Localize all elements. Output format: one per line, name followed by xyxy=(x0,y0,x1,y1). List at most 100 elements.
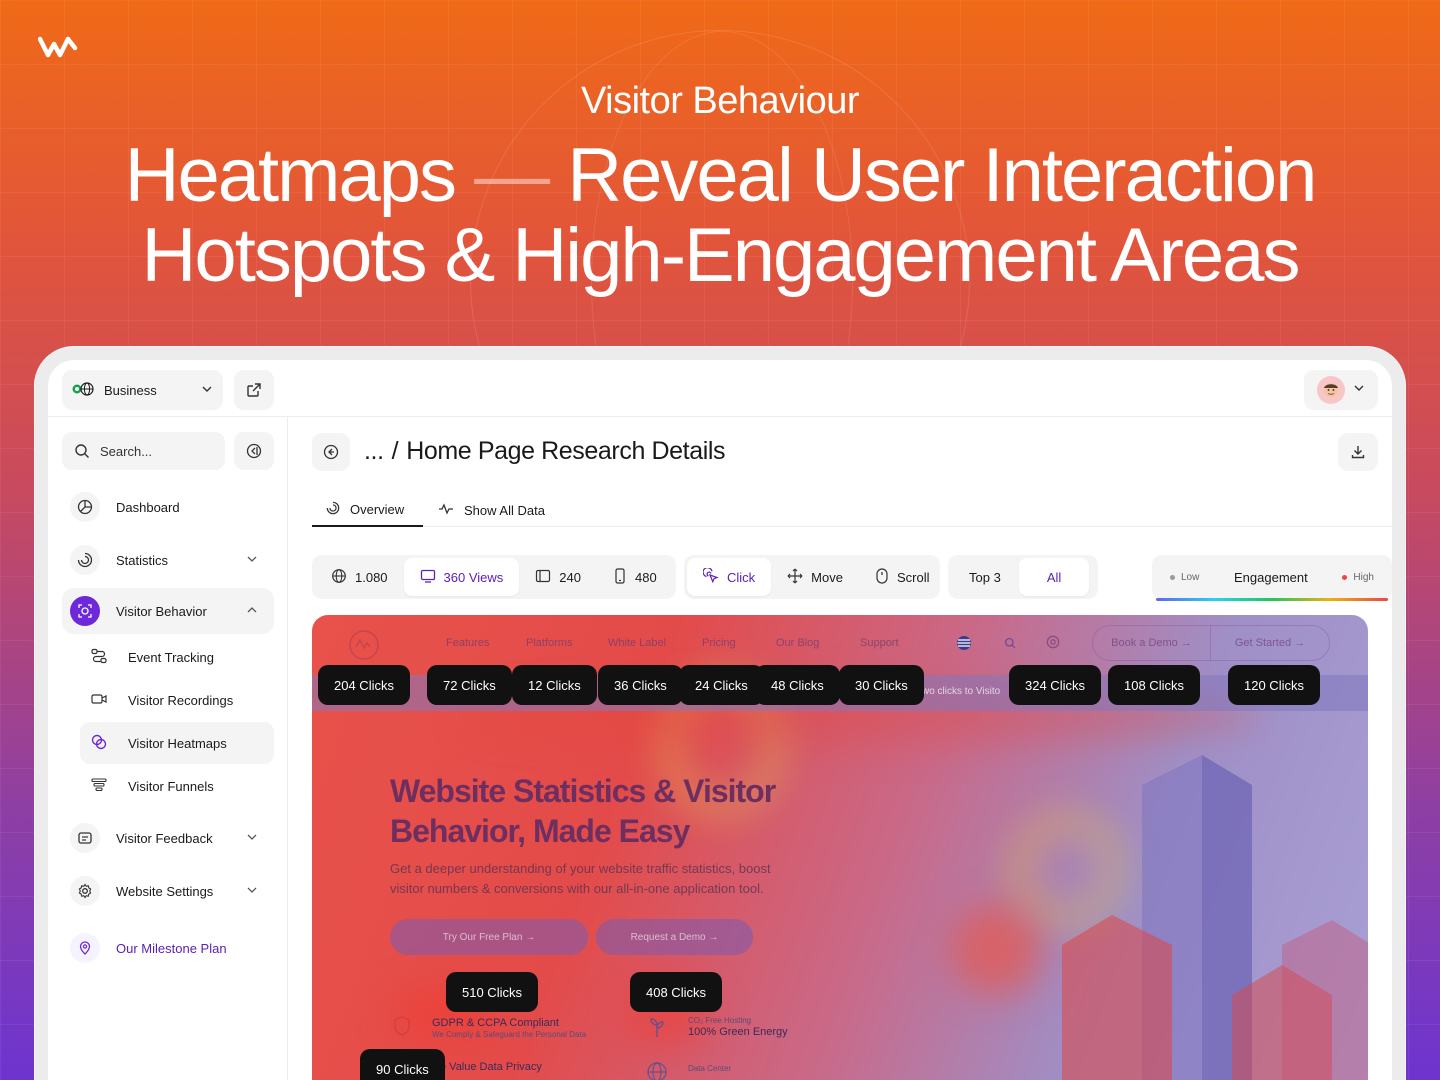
sidebar-item-visitor-behavior[interactable]: Visitor Behavior xyxy=(62,588,274,634)
hero-title-line-2: Hotspots & High-Engagement Areas xyxy=(141,213,1301,298)
site-request-demo-button[interactable]: Request a Demo → xyxy=(596,919,753,955)
visitor-behavior-icon xyxy=(70,596,100,626)
sidebar-item-visitor-feedback[interactable]: Visitor Feedback xyxy=(62,815,274,861)
back-button[interactable] xyxy=(312,433,350,471)
collapse-icon xyxy=(246,443,262,459)
avatar xyxy=(1317,376,1345,404)
sidebar-subitem-label: Visitor Heatmaps xyxy=(128,735,227,751)
legend-high: High xyxy=(1342,572,1374,583)
user-menu-button[interactable] xyxy=(1304,370,1378,410)
filter-all-button[interactable]: All xyxy=(1018,558,1090,596)
workspace-name: Business xyxy=(104,382,157,398)
banner-text: wo clicks to Visito xyxy=(922,686,1001,697)
click-count-badge: 324 Clicks xyxy=(1009,665,1101,705)
hero-title: Heatmaps — Reveal User Interaction Hotsp… xyxy=(0,136,1440,296)
site-account-icon xyxy=(1046,635,1060,649)
site-get-started-button[interactable]: Get Started → xyxy=(1211,637,1329,649)
plant-icon xyxy=(650,1018,664,1037)
search-placeholder: Search... xyxy=(100,443,153,459)
sidebar-subitem-event-tracking[interactable]: Event Tracking xyxy=(80,636,274,678)
sidebar-subitem-visitor-recordings[interactable]: Visitor Recordings xyxy=(80,679,274,721)
device-tablet-button[interactable]: 240 xyxy=(519,558,597,596)
chevron-down-icon xyxy=(246,553,258,568)
click-count-badge: 120 Clicks xyxy=(1228,665,1320,705)
feature-title: GDPR & CCPA Compliant xyxy=(432,1017,559,1029)
legend-low-label: Low xyxy=(1181,571,1200,583)
external-link-icon xyxy=(247,383,261,397)
desktop-icon xyxy=(420,568,436,587)
open-external-button[interactable] xyxy=(234,370,274,410)
tab-bar: Overview Show All Data xyxy=(312,493,1392,527)
gear-icon xyxy=(70,876,100,906)
sidebar-subitem-visitor-heatmaps[interactable]: Visitor Heatmaps xyxy=(80,722,274,764)
site-subtext: Get a deeper understanding of your websi… xyxy=(390,861,771,896)
site-try-free-button[interactable]: Try Our Free Plan → xyxy=(390,919,588,955)
city-illustration xyxy=(1062,755,1368,1080)
sidebar-subitem-visitor-funnels[interactable]: Visitor Funnels xyxy=(80,765,274,807)
site-cta-pill: Book a Demo → Get Started → xyxy=(1092,625,1330,661)
workspace-selector[interactable]: Business xyxy=(62,370,223,410)
click-count-badge: 12 Clicks xyxy=(512,665,597,705)
site-headline: Website Statistics & Visitor Behavior, M… xyxy=(390,773,776,849)
sidebar-item-label: Visitor Behavior xyxy=(116,603,207,619)
device-frame: Business Search... Dashboard Statistics … xyxy=(34,346,1406,1080)
tab-label: Show All Data xyxy=(464,502,545,518)
site-nav-link[interactable]: Features xyxy=(446,637,489,649)
click-count-badge: 108 Clicks xyxy=(1108,665,1200,705)
sidebar-subitem-label: Visitor Funnels xyxy=(128,778,214,794)
site-search-icon xyxy=(1004,637,1016,649)
tab-show-all-data[interactable]: Show All Data xyxy=(438,493,545,527)
flag-icon xyxy=(957,636,971,650)
filter-top-3-button[interactable]: Top 3 xyxy=(951,558,1019,596)
feedback-icon xyxy=(70,823,100,853)
mode-scroll-button[interactable]: Scroll xyxy=(859,558,946,596)
legend-high-label: High xyxy=(1353,571,1374,583)
search-input[interactable]: Search... xyxy=(62,432,225,470)
device-label: 1.080 xyxy=(355,569,388,585)
legend-low: Low xyxy=(1170,572,1199,583)
sidebar-item-label: Visitor Feedback xyxy=(116,830,213,846)
low-dot-icon xyxy=(1170,574,1175,580)
site-logo-icon xyxy=(349,630,379,660)
sidebar-subitem-label: Event Tracking xyxy=(128,649,214,665)
main-panel: ... / Home Page Research Details Overvie… xyxy=(288,417,1392,1080)
mode-click-button[interactable]: Click xyxy=(687,558,772,596)
hero-title-part-1: Heatmaps xyxy=(124,133,457,218)
sidebar-item-website-settings[interactable]: Website Settings xyxy=(62,868,274,914)
click-count-badge: 24 Clicks xyxy=(679,665,764,705)
tab-overview[interactable]: Overview xyxy=(312,493,423,527)
sidebar-subitem-label: Visitor Recordings xyxy=(128,692,234,708)
sidebar-item-milestone-plan[interactable]: Our Milestone Plan xyxy=(62,925,274,971)
site-nav-link[interactable]: Platforms xyxy=(526,637,572,649)
chevron-down-icon xyxy=(1353,381,1365,399)
sidebar-item-label: Our Milestone Plan xyxy=(116,940,227,956)
site-nav-link[interactable]: Our Blog xyxy=(776,637,819,649)
device-desktop-button[interactable]: 360 Views xyxy=(403,558,520,596)
heatmap-canvas[interactable]: Features Platforms White Label Pricing O… xyxy=(312,615,1368,1080)
workspace-globe-icon xyxy=(72,381,96,399)
site-book-demo-button[interactable]: Book a Demo → xyxy=(1093,625,1211,661)
download-button[interactable] xyxy=(1338,433,1378,471)
sidebar-item-dashboard[interactable]: Dashboard xyxy=(62,484,274,530)
site-nav-link[interactable]: Pricing xyxy=(702,637,736,649)
funnels-icon xyxy=(90,776,108,797)
site-nav-link[interactable]: Support xyxy=(860,637,899,649)
chevron-down-icon xyxy=(246,831,258,846)
recordings-icon xyxy=(90,690,108,711)
breadcrumb-ellipsis[interactable]: ... xyxy=(364,437,384,466)
device-mobile-button[interactable]: 480 xyxy=(597,558,673,596)
mode-move-button[interactable]: Move xyxy=(771,558,859,596)
site-nav-link[interactable]: White Label xyxy=(608,637,666,649)
page-title: Home Page Research Details xyxy=(406,437,726,465)
dashboard-icon xyxy=(70,492,100,522)
device-all-button[interactable]: 1.080 xyxy=(315,558,404,596)
legend-title: Engagement xyxy=(1234,569,1308,585)
sidebar-item-statistics[interactable]: Statistics xyxy=(62,537,274,583)
breadcrumb: ... / Home Page Research Details xyxy=(364,437,726,466)
mode-label: Scroll xyxy=(896,569,930,585)
click-count-badge: 48 Clicks xyxy=(755,665,840,705)
device-label: 240 xyxy=(559,569,581,585)
collapse-sidebar-button[interactable] xyxy=(234,432,274,470)
activity-icon xyxy=(438,502,454,519)
feature-desc: CO₂ Free Hosting xyxy=(688,1016,752,1025)
